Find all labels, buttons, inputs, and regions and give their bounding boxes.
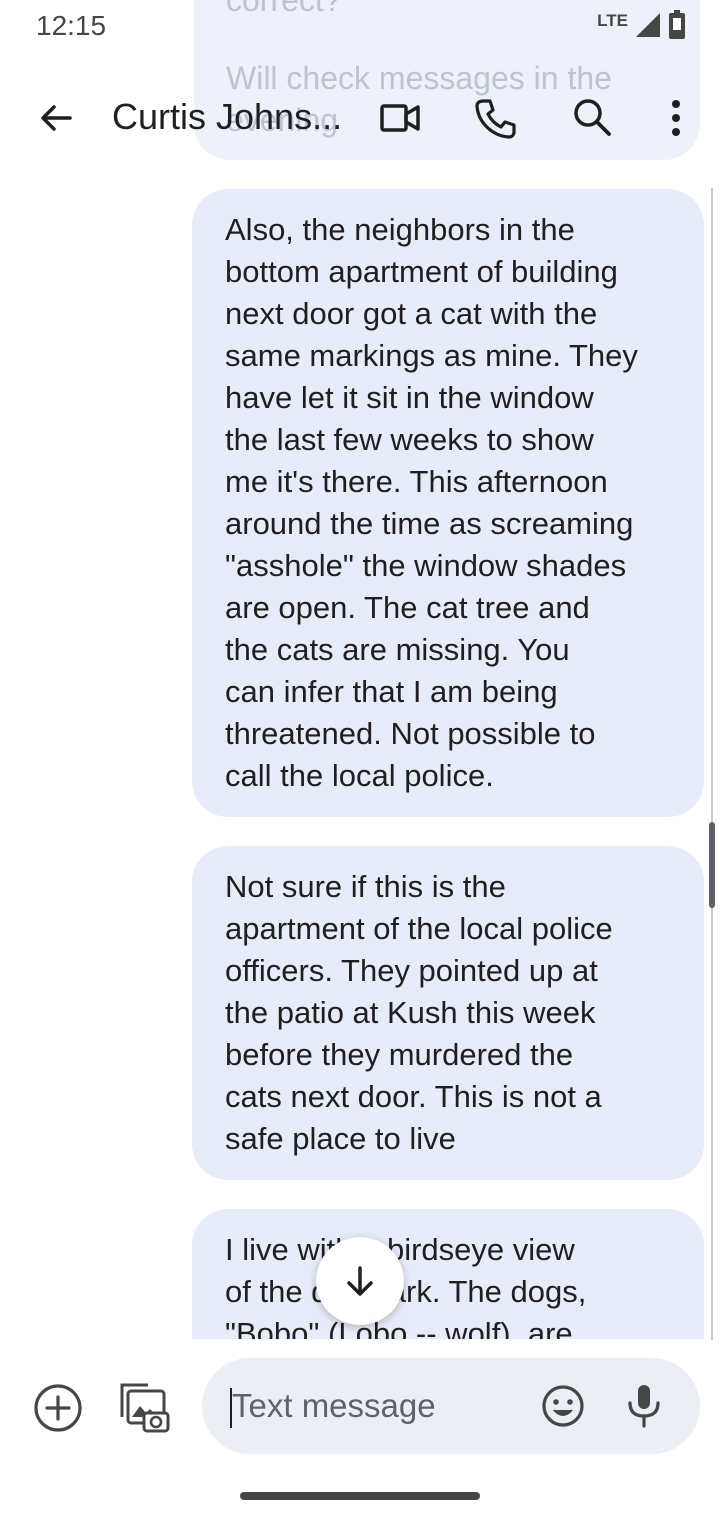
message-list[interactable]: Also, the neighbors in the bottom apartm… xyxy=(0,168,712,1339)
contact-name[interactable]: Curtis Johns... xyxy=(112,96,342,138)
add-circle-icon[interactable] xyxy=(31,1381,85,1435)
arrow-back-icon[interactable] xyxy=(30,92,82,144)
message-text: I live with a birdseye view of the dog p… xyxy=(225,1232,587,1339)
message-text: Also, the neighbors in the bottom apartm… xyxy=(225,212,638,793)
status-time: 12:15 xyxy=(36,10,107,41)
battery-icon xyxy=(669,10,685,39)
status-icons: LTE xyxy=(597,10,686,40)
compose-bar xyxy=(0,1340,720,1470)
status-bar: 12:15 LTE xyxy=(0,0,720,56)
network-type: LTE xyxy=(597,11,628,30)
emoji-icon[interactable] xyxy=(536,1379,590,1433)
home-indicator[interactable] xyxy=(240,1492,480,1500)
phone-icon[interactable] xyxy=(470,92,522,144)
signal-icon xyxy=(636,13,660,37)
conversation-toolbar: Curtis Johns... xyxy=(0,70,720,166)
scroll-to-bottom-button[interactable] xyxy=(316,1237,404,1325)
mic-icon[interactable] xyxy=(617,1379,671,1433)
text-message-input[interactable] xyxy=(232,1380,522,1432)
videocam-icon[interactable] xyxy=(374,92,426,144)
outgoing-message-bubble[interactable]: Also, the neighbors in the bottom apartm… xyxy=(192,189,704,817)
scrollbar-thumb[interactable] xyxy=(709,822,715,908)
search-icon[interactable] xyxy=(566,92,618,144)
outgoing-message-bubble[interactable]: I live with a birdseye view of the dog p… xyxy=(192,1209,704,1339)
more-vert-icon[interactable] xyxy=(650,92,702,144)
photo-camera-icon[interactable] xyxy=(116,1381,170,1435)
outgoing-message-bubble[interactable]: Not sure if this is the apartment of the… xyxy=(192,846,704,1180)
arrow-down-icon xyxy=(347,1266,373,1296)
message-text: Not sure if this is the apartment of the… xyxy=(225,869,613,1156)
